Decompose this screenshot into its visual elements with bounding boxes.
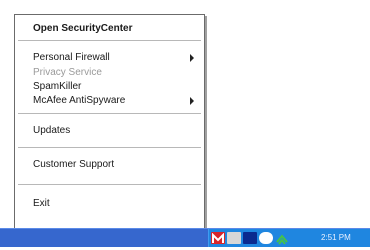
menu-separator xyxy=(18,147,201,148)
menu-item-updates[interactable]: Updates xyxy=(15,122,204,139)
menu-separator xyxy=(18,40,201,41)
shield-globe-icon[interactable] xyxy=(259,232,273,244)
menu-item-label: Personal Firewall xyxy=(33,52,110,63)
submenu-arrow-icon xyxy=(190,54,194,62)
menu-item-customer-support[interactable]: Customer Support xyxy=(15,156,204,173)
clock[interactable]: 2:51 PM xyxy=(321,231,351,245)
green-arrow-icon[interactable] xyxy=(275,232,289,245)
submenu-arrow-icon xyxy=(190,97,194,105)
menu-separator xyxy=(18,184,201,185)
menu-item-mcafee-antispyware[interactable]: McAfee AntiSpyware xyxy=(15,92,204,109)
menu-item-label: McAfee AntiSpyware xyxy=(33,95,126,106)
mcafee-m-icon[interactable] xyxy=(211,232,225,244)
menu-separator xyxy=(18,113,201,114)
menu-item-exit[interactable]: Exit xyxy=(15,195,204,212)
security-icon[interactable] xyxy=(227,232,241,244)
network-icon[interactable] xyxy=(243,232,257,244)
menu-item-open-securitycenter[interactable]: Open SecurityCenter xyxy=(15,20,204,37)
context-menu: Open SecurityCenter Personal Firewall Pr… xyxy=(14,14,205,230)
